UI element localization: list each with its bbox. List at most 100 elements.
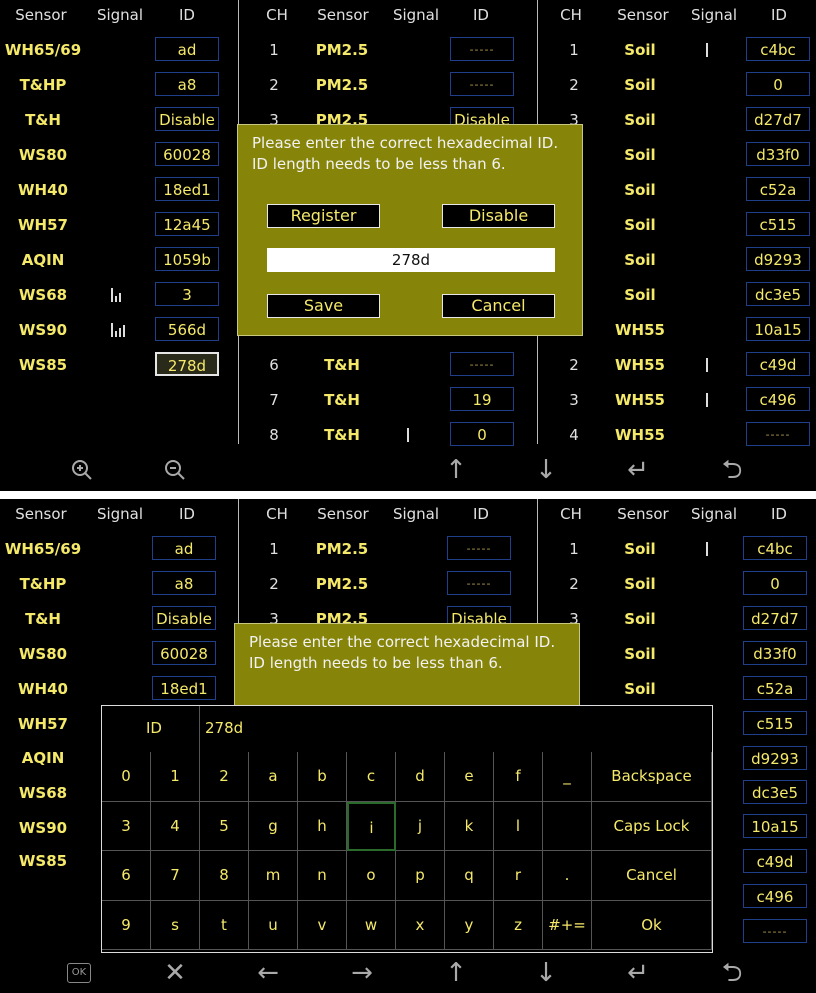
keyboard-key[interactable]: p bbox=[396, 851, 445, 901]
keyboard-key[interactable]: . bbox=[543, 851, 592, 901]
sensor-id-box[interactable]: c515 bbox=[746, 212, 810, 236]
sensor-id-box[interactable]: dc3e5 bbox=[746, 282, 810, 306]
sensor-id-box[interactable]: 0 bbox=[450, 422, 514, 446]
keyboard-key[interactable]: 9 bbox=[102, 900, 151, 950]
zoom-out-icon[interactable] bbox=[155, 452, 195, 491]
keyboard-key[interactable]: 0 bbox=[102, 752, 151, 802]
sensor-id-box[interactable]: d9293 bbox=[743, 746, 807, 770]
sensor-id-box[interactable]: 12a45 bbox=[155, 212, 219, 236]
keyboard-key[interactable]: n bbox=[298, 851, 347, 901]
arrow-up-icon[interactable]: ↑ bbox=[436, 955, 476, 991]
sensor-id-box[interactable]: Disable bbox=[155, 107, 219, 131]
arrow-up-icon[interactable]: ↑ bbox=[436, 452, 476, 488]
keyboard-key[interactable]: y bbox=[445, 900, 494, 950]
sensor-id-box[interactable]: 60028 bbox=[155, 142, 219, 166]
back-icon[interactable]: ⮌ bbox=[712, 955, 752, 991]
sensor-id-box[interactable]: Disable bbox=[152, 606, 216, 630]
sensor-id-box[interactable]: a8 bbox=[155, 72, 219, 96]
keyboard-key[interactable]: d bbox=[396, 752, 445, 802]
sensor-id-box[interactable]: 0 bbox=[743, 571, 807, 595]
close-icon[interactable]: ✕ bbox=[155, 955, 195, 991]
sensor-id-box[interactable]: ----- bbox=[450, 352, 514, 376]
sensor-id-box[interactable]: c52a bbox=[743, 676, 807, 700]
sensor-id-box[interactable]: 18ed1 bbox=[152, 676, 216, 700]
keyboard-action-caps-lock[interactable]: Caps Lock bbox=[592, 801, 712, 851]
keyboard-key[interactable]: a bbox=[249, 752, 298, 802]
keyboard-key[interactable]: g bbox=[249, 801, 298, 851]
sensor-id-box[interactable]: 60028 bbox=[152, 641, 216, 665]
sensor-id-box[interactable]: a8 bbox=[152, 571, 216, 595]
id-input[interactable]: 278d bbox=[267, 248, 555, 272]
sensor-id-box[interactable]: 18ed1 bbox=[155, 177, 219, 201]
arrow-down-icon[interactable]: ↓ bbox=[526, 955, 566, 991]
sensor-id-box[interactable]: ----- bbox=[447, 571, 511, 595]
sensor-id-box[interactable]: 566d bbox=[155, 317, 219, 341]
zoom-in-icon[interactable] bbox=[62, 452, 102, 491]
keyboard-key[interactable]: 5 bbox=[200, 801, 249, 851]
keyboard-key[interactable]: f bbox=[494, 752, 543, 802]
arrow-right-icon[interactable]: → bbox=[342, 955, 382, 991]
sensor-id-box[interactable]: c49d bbox=[746, 352, 810, 376]
keyboard-key[interactable]: q bbox=[445, 851, 494, 901]
keyboard-key[interactable]: b bbox=[298, 752, 347, 802]
keyboard-key[interactable]: r bbox=[494, 851, 543, 901]
keyboard-key[interactable]: t bbox=[200, 900, 249, 950]
arrow-left-icon[interactable]: ← bbox=[248, 955, 288, 991]
enter-icon[interactable]: ↵ bbox=[618, 955, 658, 991]
sensor-id-box[interactable]: 0 bbox=[746, 72, 810, 96]
back-icon[interactable]: ⮌ bbox=[712, 452, 752, 488]
sensor-id-box[interactable]: dc3e5 bbox=[743, 780, 807, 804]
keyboard-key[interactable]: e bbox=[445, 752, 494, 802]
keyboard-key[interactable]: 7 bbox=[151, 851, 200, 901]
keyboard-key[interactable]: h bbox=[298, 801, 347, 851]
keyboard-key[interactable]: z bbox=[494, 900, 543, 950]
arrow-down-icon[interactable]: ↓ bbox=[526, 452, 566, 488]
sensor-id-box[interactable]: d33f0 bbox=[743, 641, 807, 665]
sensor-id-box[interactable]: ----- bbox=[450, 72, 514, 96]
sensor-id-box[interactable]: ----- bbox=[447, 536, 511, 560]
keyboard-key[interactable]: 1 bbox=[151, 752, 200, 802]
sensor-id-box[interactable]: 10a15 bbox=[743, 814, 807, 838]
cancel-button[interactable]: Cancel bbox=[442, 294, 555, 318]
keyboard-key[interactable]: w bbox=[347, 900, 396, 950]
keyboard-key[interactable]: l bbox=[494, 801, 543, 851]
register-button[interactable]: Register bbox=[267, 204, 380, 228]
sensor-id-box[interactable]: d27d7 bbox=[743, 606, 807, 630]
sensor-id-box[interactable]: c49d bbox=[743, 849, 807, 873]
keyboard-action-ok[interactable]: Ok bbox=[592, 900, 712, 950]
keyboard-key[interactable]: 6 bbox=[102, 851, 151, 901]
sensor-id-box[interactable]: d33f0 bbox=[746, 142, 810, 166]
sensor-id-box[interactable]: c4bc bbox=[746, 37, 810, 61]
save-button[interactable]: Save bbox=[267, 294, 380, 318]
sensor-id-box[interactable]: 19 bbox=[450, 387, 514, 411]
sensor-id-box[interactable]: ad bbox=[155, 37, 219, 61]
sensor-id-box[interactable]: c4bc bbox=[743, 536, 807, 560]
sensor-id-box[interactable]: c52a bbox=[746, 177, 810, 201]
keyboard-key[interactable]: u bbox=[249, 900, 298, 950]
sensor-id-box[interactable]: c515 bbox=[743, 711, 807, 735]
keyboard-key[interactable]: v bbox=[298, 900, 347, 950]
sensor-id-box[interactable]: c496 bbox=[746, 387, 810, 411]
keyboard-key[interactable]: 3 bbox=[102, 801, 151, 851]
sensor-id-box[interactable]: c496 bbox=[743, 884, 807, 908]
keyboard-key[interactable]: m bbox=[249, 851, 298, 901]
keyboard-key[interactable]: o bbox=[347, 851, 396, 901]
sensor-id-box[interactable]: ----- bbox=[743, 919, 807, 943]
sensor-id-box[interactable]: d27d7 bbox=[746, 107, 810, 131]
keyboard-key[interactable]: #+= bbox=[543, 900, 592, 950]
keyboard-action-backspace[interactable]: Backspace bbox=[592, 752, 712, 802]
keyboard-key[interactable]: k bbox=[445, 801, 494, 851]
enter-icon[interactable]: ↵ bbox=[618, 452, 658, 488]
keyboard-key[interactable]: s bbox=[151, 900, 200, 950]
keyboard-key[interactable]: i bbox=[347, 801, 396, 851]
ok-icon[interactable]: OK bbox=[67, 963, 91, 983]
keyboard-key[interactable]: 4 bbox=[151, 801, 200, 851]
keyboard-key[interactable]: c bbox=[347, 752, 396, 802]
keyboard-key[interactable]: _ bbox=[543, 752, 592, 802]
keyboard-key[interactable]: x bbox=[396, 900, 445, 950]
sensor-id-box[interactable]: ----- bbox=[746, 422, 810, 446]
keyboard-key[interactable]: 2 bbox=[200, 752, 249, 802]
sensor-id-box[interactable]: ----- bbox=[450, 37, 514, 61]
sensor-id-box[interactable]: 3 bbox=[155, 282, 219, 306]
keyboard-key[interactable]: 8 bbox=[200, 851, 249, 901]
